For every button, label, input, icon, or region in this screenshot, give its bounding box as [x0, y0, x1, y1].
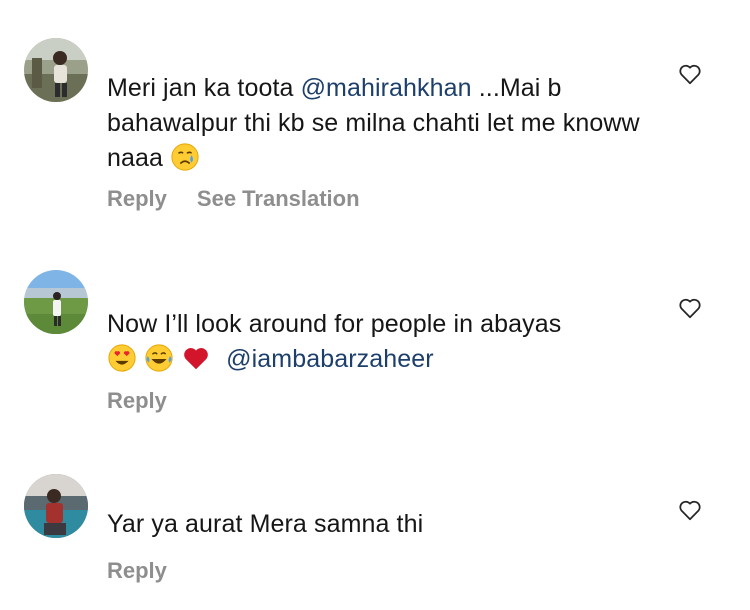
avatar[interactable]: [24, 474, 88, 538]
comment-text-start: Now I’ll look around for people in abaya…: [107, 310, 562, 338]
comment-actions: Reply: [107, 558, 197, 584]
comment-text-start: Meri jan ka toota: [107, 74, 301, 102]
comment-actions: Reply See Translation: [107, 186, 390, 212]
crying-face-icon: [171, 143, 199, 171]
red-heart-icon: [184, 348, 208, 370]
comment-text: Now I’ll look around for people in abaya…: [107, 307, 647, 377]
comment-text: Meri jan ka toota @mahirahkhan ...Mai b …: [107, 71, 647, 176]
heart-outline-icon[interactable]: [677, 61, 703, 87]
tears-of-joy-face-icon: [145, 344, 173, 372]
reply-button[interactable]: Reply: [107, 388, 167, 413]
avatar[interactable]: [24, 38, 88, 102]
heart-outline-icon[interactable]: [677, 497, 703, 523]
see-translation-button[interactable]: See Translation: [197, 186, 360, 211]
comment-text-start: Yar ya aurat Mera samna thi: [107, 510, 424, 538]
comment-text: Yar ya aurat Mera samna thi: [107, 507, 647, 542]
heart-eyes-face-icon: [108, 344, 136, 372]
comment-actions: Reply: [107, 388, 197, 414]
mention-link[interactable]: @mahirahkhan: [301, 74, 472, 102]
avatar[interactable]: [24, 270, 88, 334]
heart-outline-icon[interactable]: [677, 295, 703, 321]
reply-button[interactable]: Reply: [107, 558, 167, 583]
mention-link[interactable]: @iambabarzaheer: [226, 345, 434, 373]
reply-button[interactable]: Reply: [107, 186, 167, 211]
